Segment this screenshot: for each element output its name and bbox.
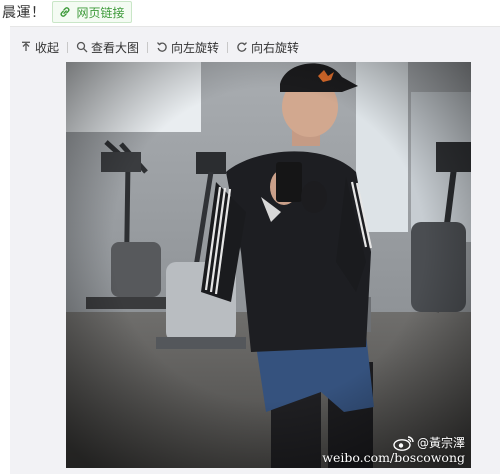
post-text: 晨運！: [2, 5, 46, 21]
rotate-right-button[interactable]: 向右旋转: [236, 39, 299, 56]
weibo-logo-icon: [393, 435, 415, 451]
gym-selfie-image: [66, 62, 471, 468]
collapse-button[interactable]: 收起: [20, 39, 59, 56]
watermark-user: @黃宗澤: [416, 436, 465, 450]
toolbar-divider: [227, 41, 229, 53]
collapse-up-icon: [20, 41, 32, 53]
rotate-left-button[interactable]: 向左旋转: [156, 39, 219, 56]
collapse-label: 收起: [35, 40, 60, 55]
web-link-button[interactable]: 网页链接: [51, 1, 132, 23]
image-toolbar: 收起 查看大图 向左旋转 向右旋转: [20, 39, 299, 55]
web-link-label: 网页链接: [76, 5, 125, 20]
photo-watermark: @黃宗澤 weibo.com/boscowong: [322, 435, 465, 465]
view-large-button[interactable]: 查看大图: [76, 39, 139, 56]
rotate-right-label: 向右旋转: [251, 40, 300, 55]
rotate-right-icon: [236, 41, 248, 53]
rotate-left-label: 向左旋转: [171, 40, 220, 55]
media-expanded-panel: 收起 查看大图 向左旋转 向右旋转 @黃宗澤 weibo.com/boscowo…: [10, 26, 500, 474]
magnifier-icon: [76, 41, 88, 53]
view-large-label: 查看大图: [91, 40, 140, 55]
toolbar-divider: [67, 41, 69, 53]
rotate-left-icon: [156, 41, 168, 53]
post-header: 晨運！ 网页链接: [2, 0, 132, 24]
watermark-url: weibo.com/boscowong: [322, 450, 465, 465]
toolbar-divider: [147, 41, 149, 53]
post-photo[interactable]: @黃宗澤 weibo.com/boscowong: [66, 62, 471, 468]
link-icon: [58, 5, 72, 19]
